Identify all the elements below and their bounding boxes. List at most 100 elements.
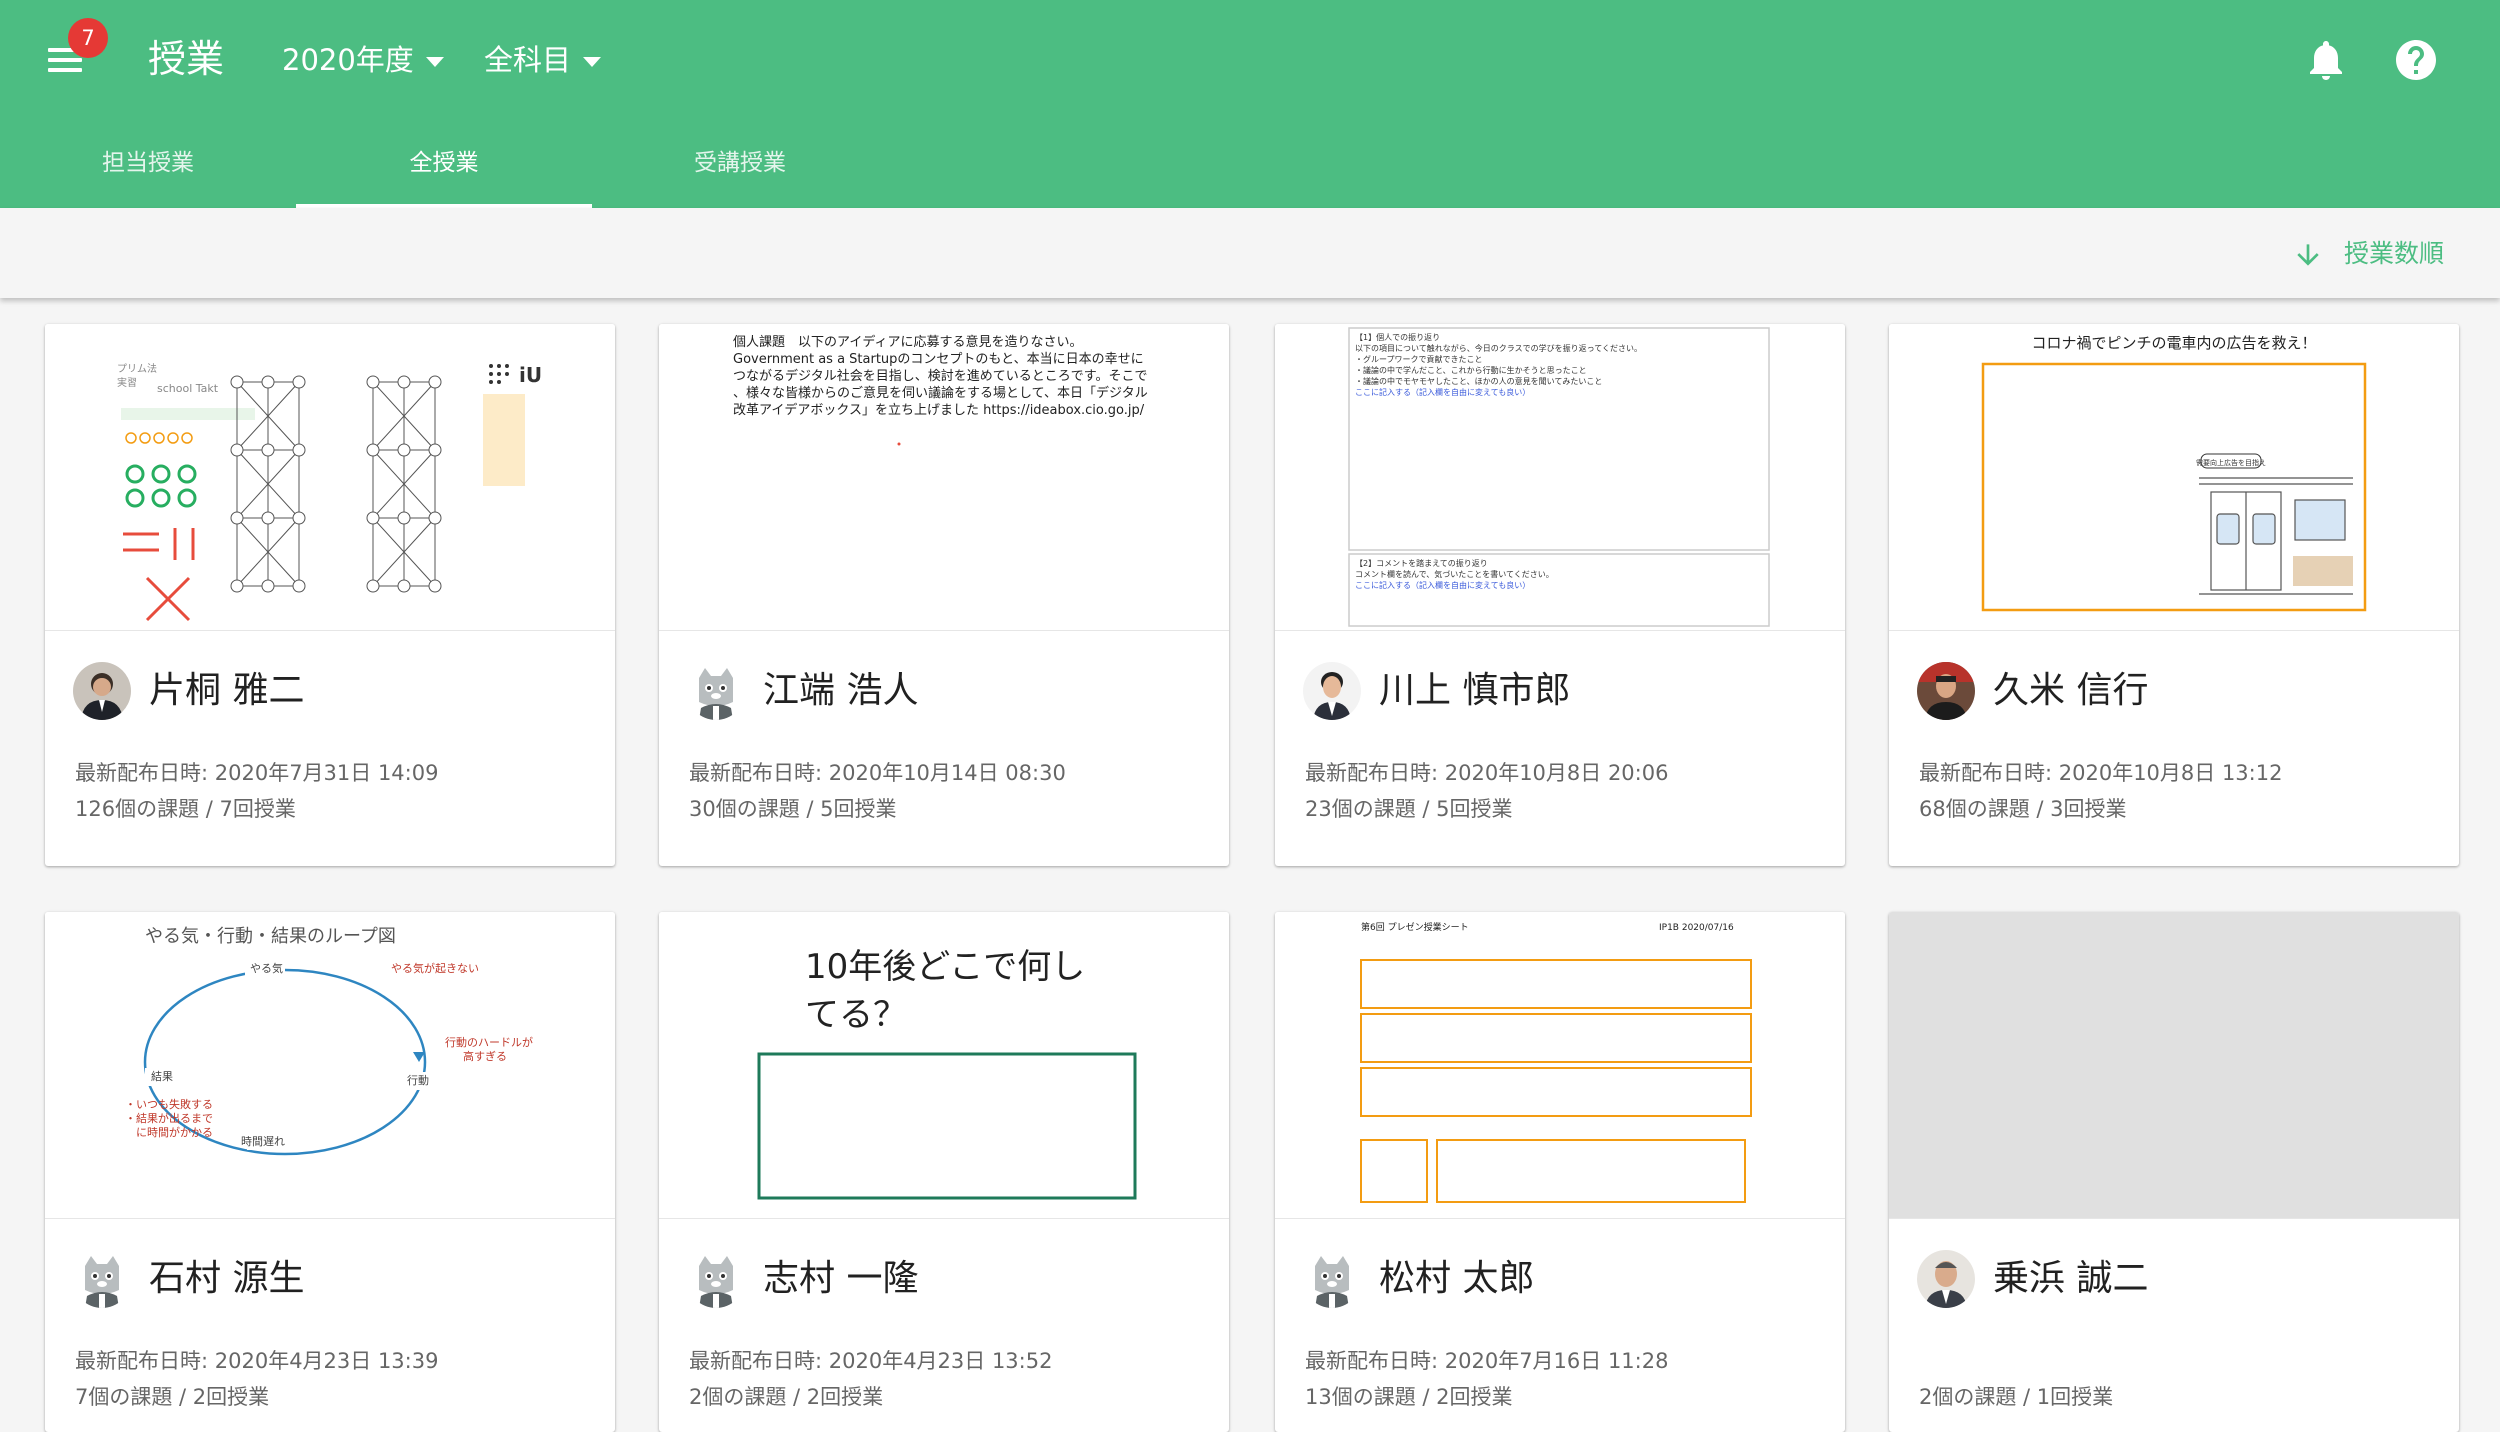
avatar [1303, 662, 1361, 720]
svg-text:に時間がかかる: に時間がかかる [125, 1125, 213, 1139]
latest-distribution-time: 最新配布日時: 2020年7月16日 11:28 [1305, 1349, 1669, 1373]
svg-text:プリム法: プリム法 [117, 362, 157, 375]
svg-text:10年後どこで何し: 10年後どこで何し [805, 947, 1085, 987]
avatar [1917, 1250, 1975, 1308]
card-thumbnail: 10年後どこで何し てる？ [659, 912, 1229, 1219]
sort-label: 授業数順 [2343, 239, 2444, 268]
svg-text:・議論の中で学んだこと、これから行動に生かそうと思ったこと: ・議論の中で学んだこと、これから行動に生かそうと思ったこと [1355, 365, 1587, 375]
arrow-down-icon [2297, 244, 2319, 266]
class-card[interactable]: 乗浜 誠二 2個の課題 / 1回授業 [1889, 912, 2459, 1432]
teacher-name: 松村 太郎 [1379, 1258, 1535, 1299]
class-card[interactable]: 第6回 プレゼン授業シート IP1B 2020/07/16 松村 太郎 最新配布… [1275, 912, 1845, 1432]
latest-distribution-time: 最新配布日時: 2020年10月8日 13:12 [1919, 761, 2283, 785]
teacher-name: 川上 慎市郎 [1379, 670, 1571, 711]
svg-text:コロナ禍でピンチの電車内の広告を救え！: コロナ禍でピンチの電車内の広告を救え！ [2031, 334, 2316, 352]
svg-text:やる気・行動・結果のループ図: やる気・行動・結果のループ図 [145, 926, 396, 947]
tab-assigned-classes[interactable]: 担当授業 [0, 140, 296, 208]
card-thumbnail: 【1】個人での振り返り 以下の項目について触れながら、今日のクラスでの学びを振り… [1275, 324, 1845, 631]
svg-text:ここに記入する（記入欄を自由に変えても良い）: ここに記入する（記入欄を自由に変えても良い） [1355, 580, 1530, 590]
card-thumbnail: やる気・行動・結果のループ図 やる気 行動 結果 時間遅れ やる気が起きない 行… [45, 912, 615, 1219]
svg-text:【1】個人での振り返り: 【1】個人での振り返り [1355, 332, 1440, 342]
slide-thumbnail-image: 個人課題 以下のアイディアに応募する意見を造りなさい。 Government a… [733, 334, 1148, 446]
card-thumbnail: 第6回 プレゼン授業シート IP1B 2020/07/16 [1275, 912, 1845, 1219]
slide-thumbnail-image: 【1】個人での振り返り 以下の項目について触れながら、今日のクラスでの学びを振り… [1348, 327, 1770, 627]
svg-text:てる？: てる？ [805, 995, 907, 1035]
default-cat-avatar-icon [73, 1250, 131, 1308]
svg-text:【2】コメントを踏まえての振り返り: 【2】コメントを踏まえての振り返り [1355, 558, 1488, 568]
svg-text:改革アイデアボックス」を立ち上げました https://id: 改革アイデアボックス」を立ち上げました https://ideabox.cio.… [733, 402, 1145, 418]
svg-text:IP1B 2020/07/16: IP1B 2020/07/16 [1659, 923, 1734, 933]
svg-text:Government as a Startupのコンセプトの: Government as a Startupのコンセプトのもと、本当に日本の幸… [733, 352, 1144, 367]
svg-text:、様々な皆様からのご意見を伺い議論をする場として、本日「デジ: 、様々な皆様からのご意見を伺い議論をする場として、本日「デジタル [733, 385, 1148, 401]
card-thumbnail: 個人課題 以下のアイディアに応募する意見を造りなさい。 Government a… [659, 324, 1229, 631]
tab-all-classes[interactable]: 全授業 [296, 140, 592, 208]
teacher-name: 江端 浩人 [763, 670, 919, 711]
class-card[interactable]: コロナ禍でピンチの電車内の広告を救え！ 需要向上広告を目指え 久米 信行 最新配… [1889, 324, 2459, 866]
teacher-name: 志村 一隆 [763, 1258, 919, 1299]
svg-text:・結果が出るまで: ・結果が出るまで [125, 1111, 213, 1125]
svg-text:・グループワークで貢献できたこと: ・グループワークで貢献できたこと [1355, 354, 1483, 364]
svg-text:高すぎる: 高すぎる [463, 1049, 507, 1063]
class-card[interactable]: やる気・行動・結果のループ図 やる気 行動 結果 時間遅れ やる気が起きない 行… [45, 912, 615, 1432]
avatar [1303, 1250, 1361, 1308]
class-card[interactable]: 10年後どこで何し てる？ 志村 一隆 最新配布日時: 2020年4月23日 1… [659, 912, 1229, 1432]
chevron-down-icon [425, 57, 444, 67]
svg-text:行動: 行動 [407, 1073, 429, 1087]
svg-text:・議論の中でモヤモヤしたこと、ほかの人の意見を聞いてみたいこ: ・議論の中でモヤモヤしたこと、ほかの人の意見を聞いてみたいこと [1355, 376, 1602, 386]
assignment-class-count: 2個の課題 / 1回授業 [1919, 1385, 2114, 1409]
svg-text:やる気が起きない: やる気が起きない [391, 961, 479, 975]
teacher-name: 乗浜 誠二 [1993, 1258, 2149, 1299]
svg-text:行動のハードルが: 行動のハードルが [445, 1035, 533, 1049]
svg-text:school Takt: school Takt [157, 382, 219, 395]
app-bar: 7 授業 2020年度 全科目 担当授業 全授業 受講授業 [0, 0, 2500, 208]
subject-dropdown[interactable]: 全科目 [484, 38, 602, 82]
latest-distribution-time: 最新配布日時: 2020年4月23日 13:52 [689, 1349, 1053, 1373]
teacher-name: 石村 源生 [149, 1258, 305, 1299]
avatar [1917, 662, 1975, 720]
tab-enrolled-classes[interactable]: 受講授業 [592, 140, 888, 208]
svg-text:結果: 結果 [151, 1069, 173, 1083]
svg-text:第6回 プレゼン授業シート: 第6回 プレゼン授業シート [1361, 921, 1469, 933]
notification-count-badge: 7 [68, 18, 108, 58]
latest-distribution-time: 最新配布日時: 2020年10月8日 20:06 [1305, 761, 1669, 785]
svg-text:個人課題 以下のアイディアに応募する意見を造りなさい。: 個人課題 以下のアイディアに応募する意見を造りなさい。 [733, 334, 1082, 350]
class-card[interactable]: プリム法 実習 school Takt iU 片桐 雅二 最新配布日時: 202… [45, 324, 615, 866]
assignment-class-count: 2個の課題 / 2回授業 [689, 1385, 884, 1409]
latest-distribution-time: 最新配布日時: 2020年10月14日 08:30 [689, 761, 1066, 785]
assignment-class-count: 13個の課題 / 2回授業 [1305, 1385, 1513, 1409]
year-dropdown-label: 2020年度 [282, 43, 414, 77]
sort-bar: 授業数順 [0, 208, 2500, 298]
help-icon [2396, 40, 2436, 80]
svg-text:ここに記入する（記入欄を自由に変えても良い）: ここに記入する（記入欄を自由に変えても良い） [1355, 387, 1530, 397]
slide-thumbnail-image: コロナ禍でピンチの電車内の広告を救え！ 需要向上広告を目指え [1981, 334, 2367, 612]
svg-text:実習: 実習 [117, 376, 137, 389]
slide-thumbnail-image: 第6回 プレゼン授業シート IP1B 2020/07/16 [1360, 921, 1752, 1203]
avatar [73, 662, 131, 720]
svg-text:つながるデジタル社会を目指し、検討を進めているところです。そ: つながるデジタル社会を目指し、検討を進めているところです。そこで [733, 368, 1147, 384]
slide-thumbnail-image: 10年後どこで何し てる？ [757, 947, 1137, 1200]
svg-text:時間遅れ: 時間遅れ [241, 1135, 285, 1148]
chevron-down-icon [583, 57, 602, 67]
svg-text:iU: iU [519, 363, 542, 387]
svg-text:以下の項目について触れながら、今日のクラスでの学びを振り返っ: 以下の項目について触れながら、今日のクラスでの学びを振り返ってください。 [1355, 343, 1642, 353]
default-cat-avatar-icon [687, 1250, 745, 1308]
help-button[interactable] [2392, 36, 2440, 84]
svg-text:需要向上広告を目指え: 需要向上広告を目指え [2196, 458, 2266, 467]
assignment-class-count: 68個の課題 / 3回授業 [1919, 797, 2127, 821]
card-thumbnail-placeholder [1889, 912, 2459, 1219]
class-card[interactable]: 個人課題 以下のアイディアに応募する意見を造りなさい。 Government a… [659, 324, 1229, 866]
default-cat-avatar-icon [687, 662, 745, 720]
svg-text:コメント欄を読んで、気づいたことを書いてください。: コメント欄を読んで、気づいたことを書いてください。 [1355, 569, 1554, 579]
avatar [687, 1250, 745, 1308]
year-dropdown[interactable]: 2020年度 [282, 38, 444, 82]
svg-text:やる気: やる気 [250, 961, 283, 975]
slide-thumbnail-image: やる気・行動・結果のループ図 やる気 行動 結果 時間遅れ やる気が起きない 行… [125, 926, 533, 1156]
page-title: 授業 [148, 37, 225, 81]
subject-dropdown-label: 全科目 [484, 43, 572, 77]
assignment-class-count: 7個の課題 / 2回授業 [75, 1385, 270, 1409]
card-thumbnail: プリム法 実習 school Takt iU [45, 324, 615, 631]
sort-button[interactable]: 授業数順 [2292, 230, 2444, 278]
class-card[interactable]: 【1】個人での振り返り 以下の項目について触れながら、今日のクラスでの学びを振り… [1275, 324, 1845, 866]
notification-bell-button[interactable] [2302, 36, 2350, 84]
teacher-name: 久米 信行 [1993, 670, 2149, 711]
